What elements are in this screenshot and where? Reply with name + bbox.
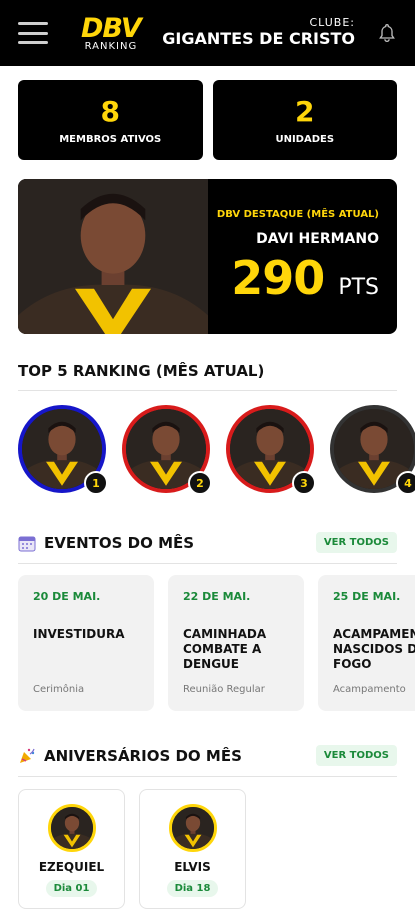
birthday-card[interactable]: EZEQUIEL Dia 01 xyxy=(18,789,125,909)
event-date: 25 DE MAI. xyxy=(333,590,401,603)
stat-unidades[interactable]: 2 UNIDADES xyxy=(212,80,397,160)
calendar-icon xyxy=(18,536,36,551)
featured-points-value: 290 xyxy=(231,251,325,305)
birthdays-section-title: ANIVERSÁRIOS DO MÊS VER TODOS xyxy=(18,745,397,777)
event-title: INVESTIDURA xyxy=(33,627,125,641)
avatar xyxy=(47,804,96,852)
ranking-list: 1 2 3 4 xyxy=(18,405,415,495)
event-type: Cerimônia xyxy=(33,684,85,695)
club-name: GIGANTES DE CRISTO xyxy=(162,29,355,49)
events-see-all-button[interactable]: VER TODOS xyxy=(315,532,397,553)
event-title: ACAMPAMENTO NASCIDOS DO FOGO xyxy=(333,627,415,671)
birthday-name: EZEQUIEL xyxy=(38,860,105,874)
featured-member-card[interactable]: DBV DESTAQUE (MÊS ATUAL) DAVI HERMANO 29… xyxy=(18,179,397,334)
stat-membros-ativos[interactable]: 8 MEMBROS ATIVOS xyxy=(18,80,203,160)
event-type: Reunião Regular xyxy=(183,684,265,695)
birthdays-title: ANIVERSÁRIOS DO MÊS xyxy=(44,746,242,765)
rank-position-badge: 2 xyxy=(188,471,212,495)
app-header: DBV RANKING CLUBE: GIGANTES DE CRISTO xyxy=(0,0,415,66)
birthday-card[interactable]: ELVIS Dia 18 xyxy=(139,789,246,909)
logo-main: DBV xyxy=(81,12,142,44)
ranking-item[interactable]: 4 xyxy=(330,405,415,495)
rank-position-badge: 4 xyxy=(396,471,415,495)
birthday-day-badge: Dia 01 xyxy=(45,880,98,897)
event-date: 22 DE MAI. xyxy=(183,590,251,603)
party-popper-icon xyxy=(20,748,35,763)
ranking-title: TOP 5 RANKING (MÊS ATUAL) xyxy=(18,362,265,380)
bell-icon[interactable] xyxy=(377,22,397,44)
events-list: 20 DE MAI. INVESTIDURA Cerimônia 22 DE M… xyxy=(18,575,415,711)
birthday-name: ELVIS xyxy=(174,860,211,874)
featured-points-unit: PTS xyxy=(338,275,379,300)
event-card[interactable]: 20 DE MAI. INVESTIDURA Cerimônia xyxy=(18,575,154,711)
birthdays-list: EZEQUIEL Dia 01 ELVIS Dia 18 xyxy=(18,789,398,909)
ranking-item[interactable]: 2 xyxy=(122,405,212,495)
stat-label: MEMBROS ATIVOS xyxy=(59,134,162,145)
birthday-day-badge: Dia 18 xyxy=(166,880,219,897)
featured-tag: DBV DESTAQUE (MÊS ATUAL) xyxy=(216,209,379,220)
stats-row: 8 MEMBROS ATIVOS 2 UNIDADES xyxy=(18,80,397,160)
featured-points: 290 PTS xyxy=(217,251,379,305)
event-date: 20 DE MAI. xyxy=(33,590,101,603)
ranking-section-title: TOP 5 RANKING (MÊS ATUAL) xyxy=(18,362,397,391)
ranking-item[interactable]: 3 xyxy=(226,405,316,495)
featured-member-photo xyxy=(18,179,208,334)
featured-member-info: DBV DESTAQUE (MÊS ATUAL) DAVI HERMANO 29… xyxy=(217,209,379,305)
featured-name: DAVI HERMANO xyxy=(256,231,379,247)
avatar xyxy=(168,804,217,852)
events-section-title: EVENTOS DO MÊS VER TODOS xyxy=(18,532,397,564)
birthdays-see-all-button[interactable]: VER TODOS xyxy=(315,745,397,766)
club-info: CLUBE: GIGANTES DE CRISTO xyxy=(162,17,355,48)
stat-value: 8 xyxy=(100,95,120,128)
event-card[interactable]: 22 DE MAI. CAMINHADA COMBATE A DENGUE Re… xyxy=(168,575,304,711)
events-title: EVENTOS DO MÊS xyxy=(44,533,195,552)
stat-label: UNIDADES xyxy=(275,134,335,145)
logo-sub: RANKING xyxy=(84,40,138,52)
event-title: CAMINHADA COMBATE A DENGUE xyxy=(183,627,267,671)
event-card[interactable]: 25 DE MAI. ACAMPAMENTO NASCIDOS DO FOGO … xyxy=(318,575,415,711)
hamburger-icon[interactable] xyxy=(18,22,48,44)
event-type: Acampamento xyxy=(333,684,406,695)
ranking-item[interactable]: 1 xyxy=(18,405,108,495)
rank-position-badge: 3 xyxy=(292,471,316,495)
rank-position-badge: 1 xyxy=(84,471,108,495)
stat-value: 2 xyxy=(295,95,315,128)
app-logo[interactable]: DBV RANKING xyxy=(81,12,142,52)
